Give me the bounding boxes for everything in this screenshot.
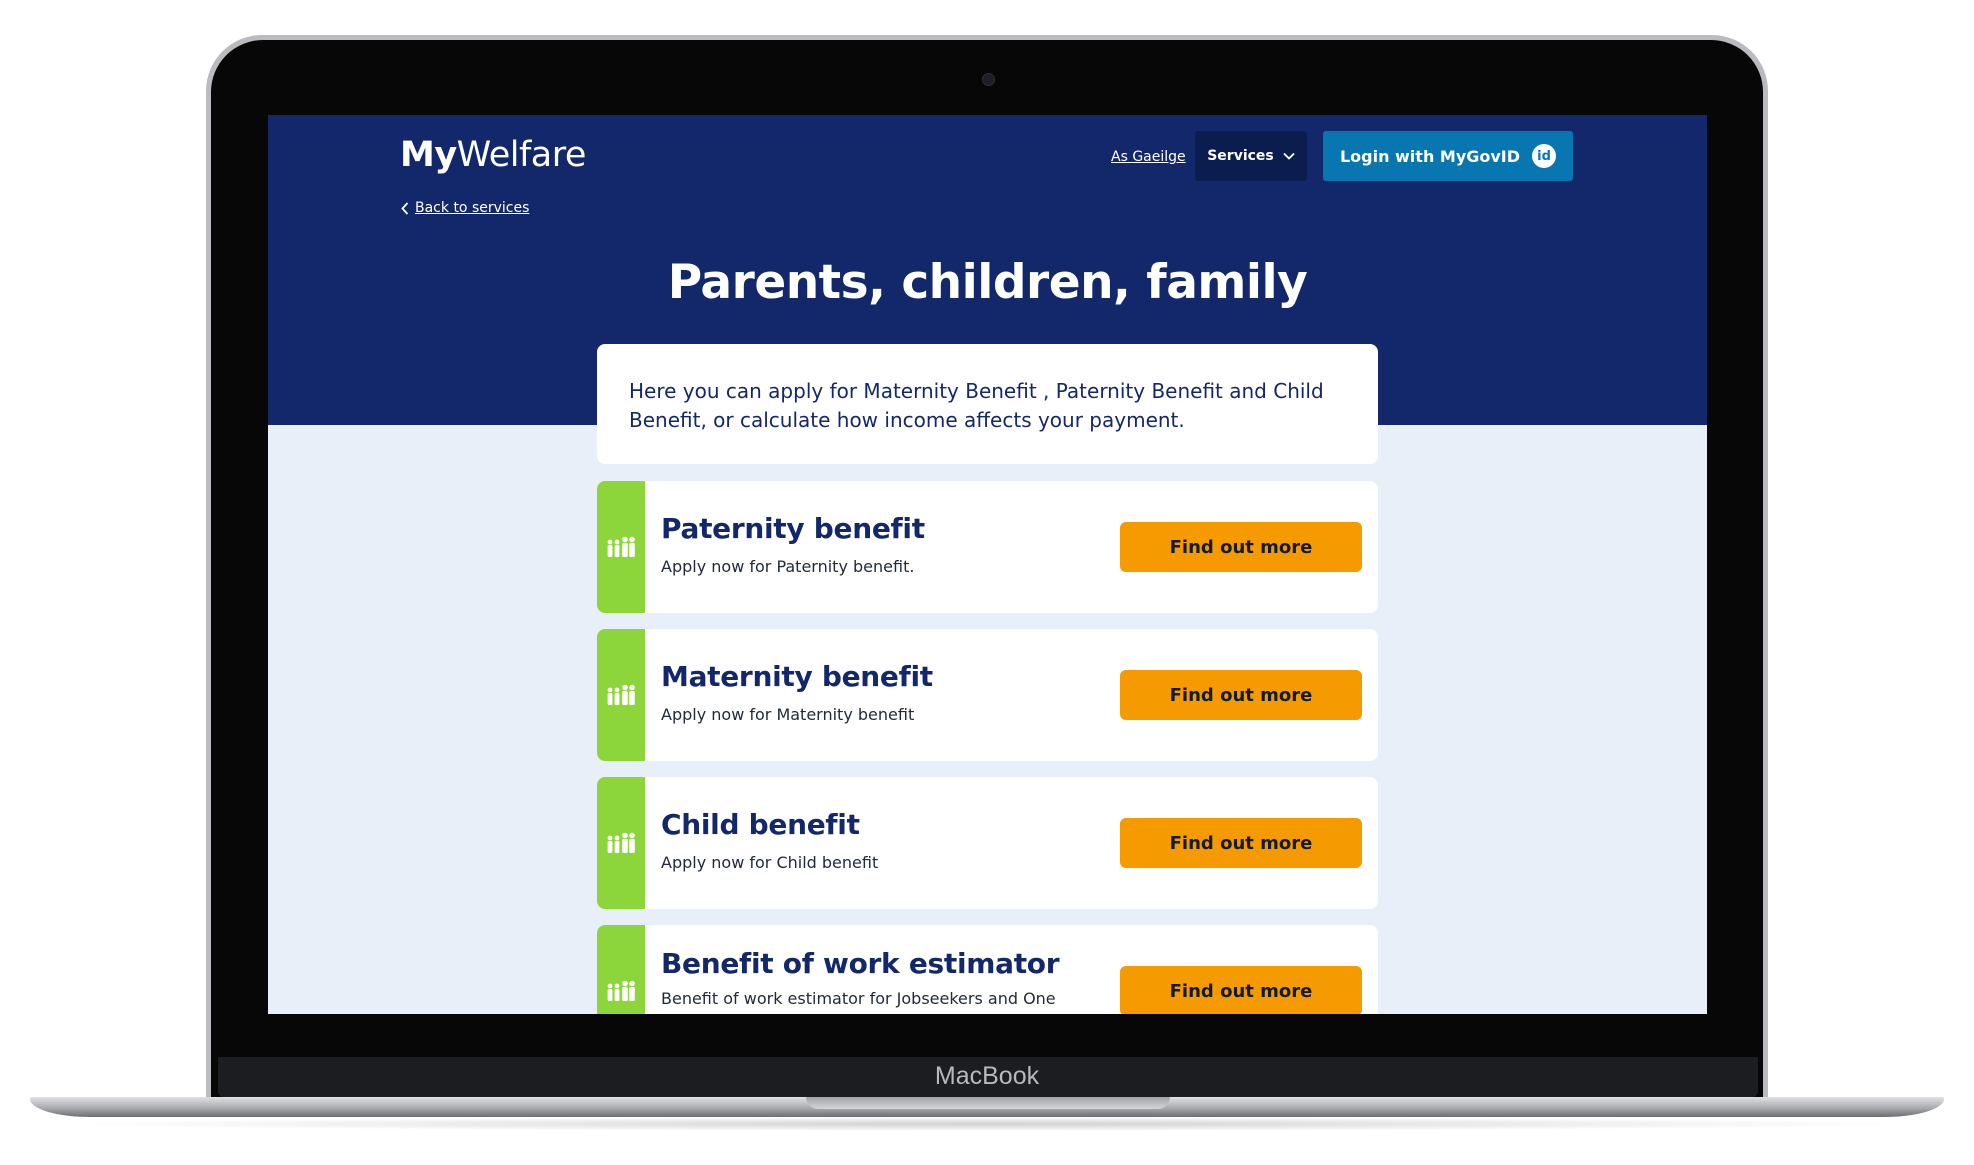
service-card: Maternity benefit Apply now for Maternit… — [597, 629, 1378, 761]
mygovid-icon: id — [1532, 144, 1557, 168]
card-accent-strip — [597, 925, 645, 1014]
card-accent-strip — [597, 481, 645, 613]
laptop-notch — [806, 1097, 1170, 1109]
family-icon — [607, 684, 635, 705]
device-brand-label: MacBook — [934, 1062, 1040, 1090]
find-out-more-button[interactable]: Find out more — [1120, 670, 1362, 720]
card-accent-strip — [597, 629, 645, 761]
find-out-more-button[interactable]: Find out more — [1120, 966, 1362, 1014]
mywelfare-logo[interactable]: MyWelfare — [400, 135, 586, 175]
laptop-shadow — [60, 1117, 1914, 1131]
services-button[interactable]: Services — [1195, 131, 1307, 181]
login-label: Login with MyGovID — [1339, 146, 1521, 166]
family-icon — [607, 536, 635, 557]
find-out-more-button[interactable]: Find out more — [1120, 522, 1362, 572]
services-label: Services — [1207, 148, 1274, 164]
find-out-more-button[interactable]: Find out more — [1120, 818, 1362, 868]
service-card: Benefit of work estimator Benefit of wor… — [597, 925, 1378, 1014]
card-description: Benefit of work estimator for Jobseekers… — [661, 989, 1056, 1014]
card-title: Benefit of work estimator — [661, 947, 1060, 980]
intro-text: Here you can apply for Maternity Benefit… — [629, 379, 1324, 432]
back-to-services-link[interactable]: Back to services — [401, 200, 529, 216]
service-card: Paternity benefit Apply now for Paternit… — [597, 481, 1378, 613]
screen: MyWelfare As Gaeilge Services Login with… — [268, 115, 1707, 1014]
login-button[interactable]: Login with MyGovID id — [1323, 131, 1573, 181]
card-title: Child benefit — [661, 808, 860, 841]
card-description: Apply now for Paternity benefit. — [661, 557, 915, 576]
card-description: Apply now for Child benefit — [661, 853, 879, 872]
card-accent-strip — [597, 777, 645, 909]
logo-my: My — [400, 135, 457, 175]
family-icon — [607, 832, 635, 853]
card-description: Apply now for Maternity benefit — [661, 705, 915, 724]
camera-icon — [982, 73, 995, 86]
intro-card: Here you can apply for Maternity Benefit… — [597, 344, 1378, 464]
page-title: Parents, children, family — [667, 255, 1308, 310]
card-title: Paternity benefit — [661, 512, 925, 545]
chevron-left-icon — [401, 201, 409, 215]
chevron-down-icon — [1283, 152, 1295, 160]
back-label: Back to services — [415, 200, 530, 216]
logo-welfare: Welfare — [456, 135, 587, 175]
service-card: Child benefit Apply now for Child benefi… — [597, 777, 1378, 909]
card-title: Maternity benefit — [661, 660, 933, 693]
family-icon — [607, 980, 635, 1001]
language-link[interactable]: As Gaeilge — [1111, 149, 1186, 165]
